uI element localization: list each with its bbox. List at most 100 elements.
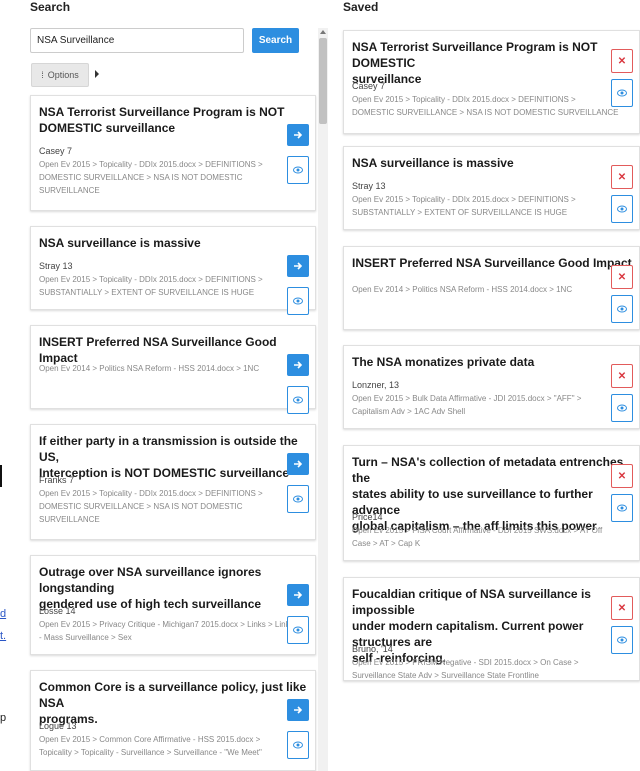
view-saved-button[interactable] <box>611 79 633 107</box>
options-button[interactable]: ⁞ Options <box>31 63 89 87</box>
card-path: Open Ev 2015 > Topicality - DDIx 2015.do… <box>352 193 576 219</box>
card-title[interactable]: Outrage over NSA surveillance ignores lo… <box>39 564 315 612</box>
card-author: Stray 13 <box>39 261 73 271</box>
view-saved-button[interactable] <box>611 626 633 654</box>
arrow-right-icon <box>294 262 303 270</box>
open-card-button[interactable] <box>287 453 309 475</box>
title-line: NSA Terrorist Surveillance Program is NO… <box>352 40 598 70</box>
delete-saved-button[interactable]: ✕ <box>611 165 633 189</box>
open-card-button[interactable] <box>287 255 309 277</box>
title-line: NSA Terrorist Surveillance Program is NO… <box>39 105 285 119</box>
card-author: Losse 14 <box>39 606 76 616</box>
title-line: The NSA monatizes private data <box>352 355 535 369</box>
arrow-right-icon <box>294 131 303 139</box>
view-card-button[interactable] <box>287 386 309 414</box>
title-line: If either party in a transmission is out… <box>39 434 298 464</box>
open-card-button[interactable] <box>287 699 309 721</box>
saved-card: NSA surveillance is massive Stray 13 Open … <box>343 146 640 230</box>
title-line: NSA surveillance is massive <box>39 236 201 250</box>
close-icon: ✕ <box>617 271 627 283</box>
clipped-link-fragment[interactable]: d <box>0 608 6 620</box>
card-title[interactable]: INSERT Preferred NSA Surveillance Good I… <box>352 255 632 271</box>
delete-saved-button[interactable]: ✕ <box>611 596 633 620</box>
title-line: programs. <box>39 712 98 726</box>
path-line: Case > AT > Cap K <box>352 539 421 548</box>
eye-icon <box>293 626 303 634</box>
path-line: Open Ev 2015 > FISA Court Affirmative - … <box>352 526 603 535</box>
close-icon: ✕ <box>617 370 627 382</box>
title-line: Turn – NSA's collection of metadata entr… <box>352 455 624 485</box>
results-scrollbar[interactable] <box>318 28 328 771</box>
card-title[interactable]: NSA Terrorist Surveillance Program is NO… <box>352 39 639 87</box>
path-line: Open Ev 2015 > Topicality - DDIx 2015.do… <box>39 489 263 498</box>
view-card-button[interactable] <box>287 485 309 513</box>
card-path: Open Ev 2015 > Topicality - DDIx 2015.do… <box>39 158 263 197</box>
view-saved-button[interactable] <box>611 494 633 522</box>
eye-icon <box>617 305 627 313</box>
result-card: NSA Terrorist Surveillance Program is NO… <box>30 95 316 211</box>
card-author: Bruno, '14 <box>352 644 393 654</box>
view-saved-button[interactable] <box>611 195 633 223</box>
view-card-button[interactable] <box>287 156 309 184</box>
path-line: SUBSTANTIALLY > EXTENT OF SURVEILLANCE I… <box>352 208 568 217</box>
result-card: NSA surveillance is massive Stray 13 Open … <box>30 226 316 315</box>
view-saved-button[interactable] <box>611 295 633 323</box>
card-title[interactable]: NSA surveillance is massive <box>39 235 201 251</box>
delete-saved-button[interactable]: ✕ <box>611 464 633 488</box>
view-card-button[interactable] <box>287 731 309 759</box>
caret-right-icon[interactable] <box>95 70 99 78</box>
result-card: INSERT Preferred NSA Surveillance Good I… <box>30 325 316 414</box>
saved-card: INSERT Preferred NSA Surveillance Good I… <box>343 246 640 330</box>
card-path: Open Ev 2015 > Privacy Critique - Michig… <box>39 618 290 644</box>
eye-icon <box>293 741 303 749</box>
delete-saved-button[interactable]: ✕ <box>611 364 633 388</box>
title-line: Common Core is a surveillance policy, ju… <box>39 680 307 710</box>
card-path: Open Ev 2015 > Topicality - DDIx 2015.do… <box>39 487 263 526</box>
card-title[interactable]: Foucaldian critique of NSA surveillance … <box>352 586 639 666</box>
result-card: Common Core is a surveillance policy, ju… <box>30 670 316 771</box>
card-title[interactable]: Turn – NSA's collection of metadata entr… <box>352 454 639 534</box>
view-saved-button[interactable] <box>611 394 633 422</box>
card-author: Stray 13 <box>352 181 386 191</box>
left-clipped-panel: d t. p <box>0 0 30 771</box>
title-line: DOMESTIC surveillance <box>39 121 176 135</box>
search-input[interactable] <box>30 28 244 53</box>
text-cursor-bar <box>0 465 2 487</box>
title-line: Foucaldian critique of NSA surveillance … <box>352 587 591 617</box>
search-button[interactable]: Search <box>252 28 299 53</box>
eye-icon <box>617 89 627 97</box>
card-path: Open Ev 2015 > PRISM Negative - SDI 2015… <box>352 656 579 682</box>
card-title[interactable]: The NSA monatizes private data <box>352 354 534 370</box>
view-card-button[interactable] <box>287 616 309 644</box>
close-icon: ✕ <box>617 55 627 67</box>
scroll-up-icon[interactable] <box>320 30 326 34</box>
card-title[interactable]: NSA Terrorist Surveillance Program is NO… <box>39 104 284 136</box>
saved-card: Foucaldian critique of NSA surveillance … <box>343 577 640 681</box>
path-line: Surveillance State Adv > Surveillance St… <box>352 671 539 680</box>
card-title[interactable]: Common Core is a surveillance policy, ju… <box>39 679 315 727</box>
scrollbar-thumb[interactable] <box>319 38 327 124</box>
eye-icon <box>293 166 303 174</box>
eye-icon <box>617 636 627 644</box>
view-card-button[interactable] <box>287 287 309 315</box>
close-icon: ✕ <box>617 602 627 614</box>
clipped-text-fragment: p <box>0 712 7 724</box>
card-title[interactable]: If either party in a transmission is out… <box>39 433 315 481</box>
saved-card: Turn – NSA's collection of metadata entr… <box>343 445 640 561</box>
open-card-button[interactable] <box>287 124 309 146</box>
path-line: DOMESTIC SURVEILLANCE > NSA IS NOT DOMES… <box>39 502 243 511</box>
path-line: - Mass Surveillance > Sex <box>39 633 132 642</box>
card-author: Lonzner, 13 <box>352 380 400 390</box>
card-title[interactable]: NSA surveillance is massive <box>352 155 514 171</box>
clipped-link-fragment[interactable]: t. <box>0 630 6 642</box>
grip-icon: ⁞ <box>41 70 44 80</box>
card-author: Casey 7 <box>352 81 386 91</box>
title-line: NSA surveillance is massive <box>352 156 514 170</box>
open-card-button[interactable] <box>287 354 309 376</box>
saved-card: The NSA monatizes private data Lonzner, 1… <box>343 345 640 429</box>
path-line: DOMESTIC SURVEILLANCE > NSA IS NOT DOMES… <box>352 108 619 117</box>
delete-saved-button[interactable]: ✕ <box>611 265 633 289</box>
open-card-button[interactable] <box>287 584 309 606</box>
eye-icon <box>293 495 303 503</box>
delete-saved-button[interactable]: ✕ <box>611 49 633 73</box>
